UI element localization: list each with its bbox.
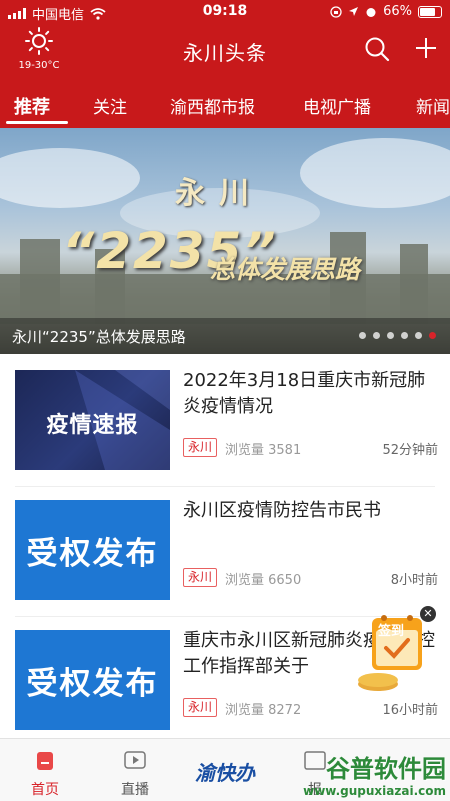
carousel-dot[interactable] [373, 332, 380, 339]
tabbar-label: 直播 [121, 782, 149, 798]
cloud-shape [300, 138, 450, 208]
tab-tv-radio[interactable]: 电视广播 [303, 93, 371, 118]
tabbar-live[interactable]: 直播 [90, 739, 180, 801]
tabbar-yukuaiban[interactable]: 渝快办 [180, 739, 270, 801]
cloud-shape [0, 148, 140, 208]
tab-recommend[interactable]: 推荐 [14, 93, 50, 119]
news-meta: 永川 浏览量 6650 8小时前 [183, 568, 438, 588]
search-icon[interactable] [364, 36, 390, 62]
banner-caption-bar: 永川“2235”总体发展思路 [0, 318, 450, 354]
watermark-url: www.gupuxiazai.com [303, 784, 446, 798]
status-bar: 中国电信 09:18 66% [0, 0, 450, 24]
tabbar-label: 首页 [31, 782, 59, 798]
view-count: 浏览量 8272 [225, 703, 302, 718]
tab-yuxi-metro[interactable]: 渝西都市报 [170, 93, 255, 118]
publish-time: 16小时前 [382, 703, 438, 718]
active-tab-indicator [6, 121, 68, 124]
view-count: 浏览量 3581 [225, 443, 302, 458]
news-thumbnail: 受权发布 [15, 500, 170, 600]
tabbar-home[interactable]: 首页 [0, 739, 90, 801]
add-icon[interactable] [414, 36, 438, 60]
news-meta: 永川 浏览量 8272 16小时前 [183, 698, 438, 718]
source-tag: 永川 [183, 698, 218, 717]
home-icon [37, 752, 53, 770]
news-thumbnail: 疫情速报 [15, 370, 170, 470]
tab-news[interactable]: 新闻 [416, 93, 450, 118]
building-shape [400, 244, 428, 324]
news-item[interactable]: 受权发布 永川区疫情防控告市民书 永川 浏览量 6650 8小时前 [0, 486, 450, 616]
banner-art-text: 总体发展思路 [210, 255, 361, 284]
alarm-icon [366, 7, 376, 17]
source-tag: 永川 [183, 438, 218, 457]
news-item[interactable]: 疫情速报 2022年3月18日重庆市新冠肺炎疫情情况 永川 浏览量 3581 5… [0, 356, 450, 486]
app-header: 19-30°C 永川头条 [0, 24, 450, 80]
battery-icon [418, 5, 442, 18]
thumbnail-text: 受权发布 [26, 666, 159, 702]
carousel-dot-active[interactable] [429, 332, 436, 339]
news-meta: 永川 浏览量 3581 52分钟前 [183, 438, 438, 458]
lock-rotation-icon [330, 5, 342, 18]
signin-label: 签到 [378, 624, 405, 639]
thumbnail-text: 受权发布 [26, 536, 159, 572]
news-thumbnail: 受权发布 [15, 630, 170, 730]
publish-time: 8小时前 [390, 573, 438, 588]
thumbnail-text: 疫情速报 [46, 413, 139, 438]
yukuaiban-logo: 渝快办 [195, 761, 255, 785]
news-title[interactable]: 2022年3月18日重庆市新冠肺炎疫情情况 [183, 368, 438, 420]
battery-percent: 66% [383, 4, 412, 19]
location-icon [349, 7, 359, 16]
banner-art-word: 永川 [175, 176, 263, 211]
carousel-dots [359, 332, 436, 339]
close-icon[interactable]: ✕ [420, 606, 436, 622]
carousel-dot[interactable] [359, 332, 366, 339]
carousel-dot[interactable] [415, 332, 422, 339]
banner-caption: 永川“2235”总体发展思路 [12, 328, 186, 346]
channel-tabs: 推荐 关注 渝西都市报 电视广播 新闻 [0, 80, 450, 128]
publish-time: 52分钟前 [382, 443, 438, 458]
carousel-dot[interactable] [387, 332, 394, 339]
source-tag: 永川 [183, 568, 218, 587]
banner-carousel[interactable]: 永川 “2235” 总体发展思路 永川“2235”总体发展思路 [0, 128, 450, 354]
tab-follow[interactable]: 关注 [93, 93, 127, 118]
play-icon [124, 751, 146, 769]
watermark-brand: 谷普软件园 [326, 755, 446, 783]
signin-float-button[interactable]: 签到 ✕ [352, 606, 436, 696]
view-count: 浏览量 6650 [225, 573, 302, 588]
carousel-dot[interactable] [401, 332, 408, 339]
news-title[interactable]: 永川区疫情防控告市民书 [183, 498, 438, 524]
watermark: 谷普软件园 www.gupuxiazai.com [303, 749, 446, 798]
building-shape [20, 239, 60, 324]
